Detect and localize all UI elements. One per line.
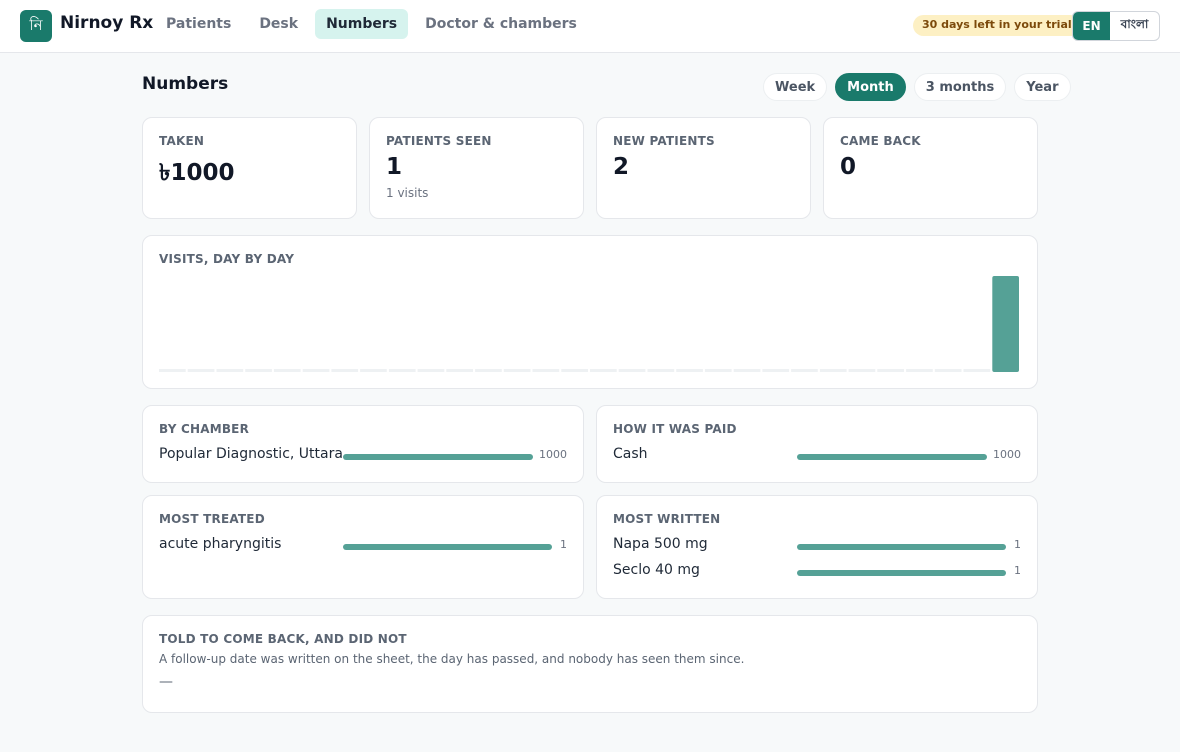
row-name: acute pharyngitis — [159, 536, 282, 552]
row-name: Popular Diagnostic, Uttara — [159, 446, 343, 462]
stat-card-taken: TAKEN ৳1000 — [142, 117, 357, 219]
section-description: A follow-up date was written on the shee… — [159, 652, 745, 666]
app-logo[interactable]: নি — [20, 10, 52, 42]
row-bar — [797, 454, 987, 460]
stat-value: 2 — [613, 154, 630, 180]
lang-en-button[interactable]: EN — [1073, 12, 1110, 40]
chart-bar-day-19 — [676, 369, 703, 372]
chart-bar-day-20 — [704, 369, 732, 372]
period-3months-button[interactable]: 3 months — [913, 73, 1007, 101]
stat-value: 0 — [840, 154, 857, 180]
chart-bar-day-1 — [159, 369, 186, 372]
chart-bar-day-11 — [446, 369, 473, 372]
chart-bar-day-27 — [906, 369, 933, 372]
chart-bar-day-29 — [963, 369, 991, 372]
chart-bar-day-9 — [388, 369, 416, 372]
most-treated-card: MOST TREATED acute pharyngitis 1 — [142, 495, 584, 599]
empty-state: — — [159, 674, 173, 690]
chart-bar-day-18 — [647, 369, 675, 372]
missed-followups-card: TOLD TO COME BACK, AND DID NOT A follow-… — [142, 615, 1038, 713]
stat-label: CAME BACK — [840, 134, 921, 148]
stat-value: 1 — [386, 154, 403, 180]
chart-bar-day-5 — [273, 369, 301, 372]
most-written-card: MOST WRITTEN Napa 500 mg 1 Seclo 40 mg 1 — [596, 495, 1038, 599]
chart-bar-day-4 — [245, 369, 272, 372]
logo-glyph: নি — [29, 15, 43, 34]
chart-bar-day-6 — [302, 369, 330, 372]
row-bar — [797, 570, 1006, 576]
chart-bar-day-21 — [733, 369, 761, 372]
row-bar — [343, 544, 552, 550]
by-chamber-card: BY CHAMBER Popular Diagnostic, Uttara 10… — [142, 405, 584, 483]
chart-bar-day-2 — [187, 369, 215, 372]
chart-bar-day-30 — [992, 276, 1019, 372]
main-nav: Patients Desk Numbers Doctor & chambers — [155, 9, 588, 39]
stat-card-new-patients: NEW PATIENTS 2 — [596, 117, 811, 219]
row-name: Napa 500 mg — [613, 536, 708, 552]
stat-card-came-back: CAME BACK 0 — [823, 117, 1038, 219]
period-selector: Week Month 3 months Year — [763, 73, 1071, 101]
section-label: HOW IT WAS PAID — [613, 422, 737, 436]
chart-bar-day-25 — [848, 369, 876, 372]
breakdown-row: acute pharyngitis 1 — [159, 536, 567, 556]
period-year-button[interactable]: Year — [1014, 73, 1071, 101]
row-name: Cash — [613, 446, 648, 462]
stat-label: PATIENTS SEEN — [386, 134, 492, 148]
chart-bar-day-10 — [417, 369, 445, 372]
row-value: 1 — [1014, 564, 1021, 577]
breakdown-row: Napa 500 mg 1 — [613, 536, 1021, 556]
nav-doctor-chambers[interactable]: Doctor & chambers — [414, 9, 588, 39]
chart-bar-day-13 — [503, 369, 531, 372]
stat-subtext: 1 visits — [386, 186, 429, 200]
chart-bar-day-7 — [331, 369, 359, 372]
page-title: Numbers — [142, 74, 229, 94]
chart-bar-day-24 — [819, 369, 847, 372]
row-value: 1000 — [539, 448, 567, 461]
row-bar — [797, 544, 1006, 550]
section-label: MOST WRITTEN — [613, 512, 721, 526]
chart-bar-day-23 — [791, 369, 818, 372]
chart-bar-day-22 — [762, 369, 790, 372]
chart-bar-day-14 — [532, 369, 560, 372]
visits-bar-chart — [159, 276, 1019, 372]
chart-bar-day-28 — [934, 369, 962, 372]
top-bar: নি Nirnoy Rx Patients Desk Numbers Docto… — [0, 0, 1180, 53]
chart-bar-day-3 — [216, 369, 244, 372]
language-toggle: EN বাংলা — [1072, 11, 1160, 41]
period-week-button[interactable]: Week — [763, 73, 828, 101]
row-bar — [343, 454, 533, 460]
nav-patients[interactable]: Patients — [155, 9, 242, 39]
payment-method-card: HOW IT WAS PAID Cash 1000 — [596, 405, 1038, 483]
chart-bar-day-26 — [877, 369, 904, 372]
app-name[interactable]: Nirnoy Rx — [60, 13, 153, 33]
chart-bar-day-8 — [360, 369, 387, 372]
chart-bar-day-16 — [590, 369, 617, 372]
row-value: 1000 — [993, 448, 1021, 461]
chart-bar-day-17 — [618, 369, 646, 372]
row-value: 1 — [560, 538, 567, 551]
trial-badge[interactable]: 30 days left in your trial — [913, 15, 1081, 36]
breakdown-row: Seclo 40 mg 1 — [613, 562, 1021, 582]
section-label: BY CHAMBER — [159, 422, 250, 436]
nav-numbers[interactable]: Numbers — [315, 9, 409, 39]
row-value: 1 — [1014, 538, 1021, 551]
visits-chart-card: VISITS, DAY BY DAY — [142, 235, 1038, 389]
section-label: TOLD TO COME BACK, AND DID NOT — [159, 632, 407, 646]
breakdown-row: Popular Diagnostic, Uttara 1000 — [159, 446, 567, 466]
chart-label: VISITS, DAY BY DAY — [159, 252, 295, 266]
chart-bar-day-12 — [475, 369, 502, 372]
chart-bar-day-15 — [561, 369, 588, 372]
section-label: MOST TREATED — [159, 512, 265, 526]
stat-card-patients-seen: PATIENTS SEEN 1 1 visits — [369, 117, 584, 219]
row-name: Seclo 40 mg — [613, 562, 700, 578]
stat-label: NEW PATIENTS — [613, 134, 715, 148]
lang-bn-button[interactable]: বাংলা — [1110, 12, 1159, 40]
breakdown-row: Cash 1000 — [613, 446, 1021, 466]
nav-desk[interactable]: Desk — [248, 9, 309, 39]
stat-label: TAKEN — [159, 134, 205, 148]
period-month-button[interactable]: Month — [835, 73, 906, 101]
stat-value: ৳1000 — [159, 160, 235, 186]
